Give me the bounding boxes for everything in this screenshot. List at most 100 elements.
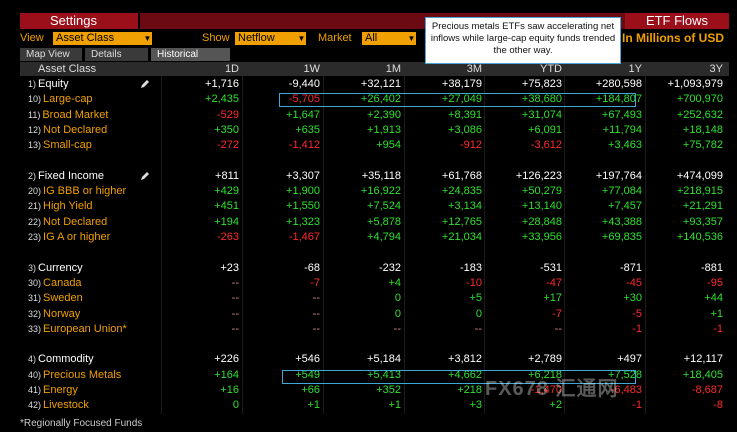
row-label[interactable]: 11) Broad Market (28, 108, 108, 123)
chevron-down-icon[interactable]: ▼ (407, 32, 416, 45)
row-label[interactable]: 20) IG BBB or higher (28, 184, 126, 199)
table-row[interactable]: 13) Small-cap -272 -1,412 +954 -912 -3,612 +3,4… (20, 138, 729, 153)
table-cell: -8 (713, 399, 723, 412)
row-index: 3) (28, 262, 37, 273)
row-label[interactable]: 13) Small-cap (28, 138, 92, 153)
row-index: 30) (28, 277, 42, 288)
row-label[interactable]: 23) IG A or higher (28, 230, 110, 245)
table-cell: +18,405 (682, 368, 723, 381)
table-cell: +23 (220, 261, 239, 274)
pencil-icon[interactable] (140, 79, 150, 89)
table-cell: -- (554, 322, 562, 335)
column-divider (564, 76, 565, 414)
table-cell: +497 (617, 353, 642, 366)
row-name: Large-cap (43, 93, 93, 106)
chevron-down-icon[interactable]: ▼ (297, 32, 306, 45)
table-row[interactable]: 3) Currency +23 -68 -232 -183 -531 -871 -881 (20, 261, 729, 276)
table-cell: +700,970 (676, 93, 723, 106)
row-label[interactable]: 40) Precious Metals (28, 368, 121, 383)
row-name: Precious Metals (43, 368, 122, 381)
column-header-3y[interactable]: 3Y (663, 62, 723, 76)
row-index: 33) (28, 323, 42, 334)
row-label[interactable]: 42) Livestock (28, 398, 89, 413)
table-cell: -232 (378, 261, 401, 274)
table-cell: +32,121 (360, 78, 401, 90)
market-select[interactable]: All (362, 32, 407, 45)
row-name: Commodity (38, 353, 94, 366)
table-row[interactable]: 41) Energy +16 +66 +352 +218 -1,470 -6,483 -8,68… (20, 383, 729, 398)
row-index: 22) (28, 216, 42, 227)
row-label[interactable]: 4) Commodity (28, 352, 94, 367)
table-cell: +126,223 (515, 169, 562, 182)
column-header-1y[interactable]: 1Y (582, 62, 642, 76)
spacer-row (20, 245, 729, 260)
table-row[interactable]: 1) Equity +1,716 -9,440 +32,121 +38,179 +75,82… (20, 77, 729, 92)
tab-historical[interactable]: Historical (151, 48, 230, 61)
table-header: Asset Class 1D 1W 1M 3M YTD 1Y 3Y (20, 62, 729, 76)
column-divider (242, 76, 243, 414)
table-row[interactable]: 23) IG A or higher -263 -1,467 +4,794 +21,034… (20, 230, 729, 245)
table-row[interactable]: 12) Not Declared +350 +635 +1,913 +3,086 +6,09… (20, 123, 729, 138)
table-row[interactable]: 11) Broad Market -529 +1,647 +2,390 +8,391 +31… (20, 108, 729, 123)
table-cell: +1,093,979 (667, 78, 723, 90)
table-row[interactable]: 30) Canada -- -7 +4 -10 -47 -45 -95 (20, 276, 729, 291)
table-cell: +67,493 (601, 108, 642, 121)
table-row[interactable]: 33) European Union* -- -- -- -- -- -1 -1 (20, 322, 729, 337)
row-name: Energy (43, 384, 78, 396)
table-cell: -3,612 (530, 139, 562, 152)
row-name: Broad Market (42, 108, 109, 121)
row-name: Not Declared (43, 123, 108, 136)
column-header-1m[interactable]: 1M (341, 62, 401, 76)
table-row[interactable]: 4) Commodity +226 +546 +5,184 +3,812 +2,789 +49… (20, 352, 729, 367)
row-label[interactable]: 33) European Union* (28, 322, 127, 337)
table-cell: +35,118 (361, 169, 401, 182)
table-cell: +30 (623, 292, 642, 305)
row-index: 31) (28, 293, 42, 304)
row-label[interactable]: 22) Not Declared (28, 215, 107, 230)
table-cell: -8,687 (691, 384, 723, 396)
table-row[interactable]: 2) Fixed Income +811 +3,307 +35,118 +61,768 +1… (20, 169, 729, 184)
row-label[interactable]: 1) Equity (28, 77, 69, 92)
row-label[interactable]: 32) Norway (28, 307, 80, 322)
row-name: IG A or higher (43, 231, 111, 243)
table-cell: -- (312, 307, 320, 320)
column-header-1d[interactable]: 1D (179, 62, 239, 76)
row-label[interactable]: 30) Canada (28, 276, 82, 291)
table-row[interactable]: 22) Not Declared +194 +1,323 +5,878 +12,765 +2… (20, 215, 729, 230)
table-row[interactable]: 21) High Yield +451 +1,550 +7,524 +3,134 +13,1… (20, 199, 729, 214)
column-header-ytd[interactable]: YTD (502, 62, 562, 76)
tab-map-view[interactable]: Map View (20, 48, 82, 61)
tab-details[interactable]: Details (85, 48, 148, 61)
row-label[interactable]: 21) High Yield (28, 199, 93, 214)
table-cell: +954 (376, 139, 401, 152)
column-header-3m[interactable]: 3M (422, 62, 482, 76)
table-cell: +11,794 (602, 123, 642, 136)
row-name: Small-cap (43, 139, 92, 152)
table-cell: +252,632 (676, 108, 723, 121)
row-label[interactable]: 12) Not Declared (28, 123, 107, 138)
table-row[interactable]: 20) IG BBB or higher +429 +1,900 +16,922 +24,… (20, 184, 729, 199)
table-cell: +350 (214, 123, 239, 136)
row-label[interactable]: 3) Currency (28, 261, 83, 276)
table-cell: +140,536 (676, 231, 723, 243)
column-header-asset-class[interactable]: Asset Class (20, 62, 96, 76)
pencil-icon[interactable] (140, 171, 150, 181)
chevron-down-icon[interactable]: ▼ (143, 32, 152, 45)
settings-button[interactable]: Settings (20, 13, 138, 29)
table-cell: +3,463 (608, 139, 642, 152)
table-row[interactable]: 31) Sweden -- -- 0 +5 +17 +30 +44 (20, 291, 729, 306)
table-cell: 0 (394, 307, 401, 320)
table-cell: +352 (376, 384, 401, 396)
table-cell: +811 (215, 169, 239, 182)
page-title: ETF Flows (625, 13, 729, 29)
table-row[interactable]: 32) Norway -- -- 0 0 -7 -5 +1 (20, 307, 729, 322)
show-select[interactable]: Netflow (235, 32, 297, 45)
row-label[interactable]: 31) Sweden (28, 291, 83, 306)
row-label[interactable]: 2) Fixed Income (28, 169, 104, 184)
view-select[interactable]: Asset Class (53, 32, 143, 45)
row-label[interactable]: 10) Large-cap (28, 92, 93, 107)
spacer-row (20, 154, 729, 169)
row-label[interactable]: 41) Energy (28, 383, 78, 398)
table-row[interactable]: 42) Livestock 0 +1 +1 +3 +2 -1 -8 (20, 398, 729, 413)
column-header-1w[interactable]: 1W (260, 62, 321, 76)
